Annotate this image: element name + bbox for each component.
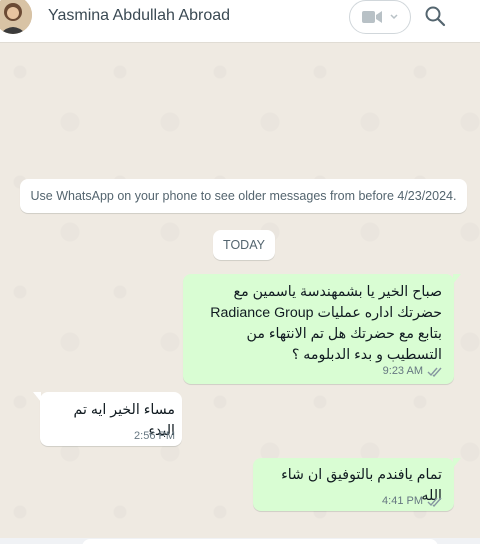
- bubble-tail: [33, 392, 41, 402]
- video-call-button[interactable]: [349, 0, 411, 34]
- message-meta: 4:41 PM: [382, 495, 443, 507]
- contact-avatar[interactable]: [0, 0, 32, 34]
- message-meta: 2:56 PM: [134, 430, 175, 442]
- message-text: صباح الخير يا بشمهندسة ياسمين مع حضرتك ا…: [210, 284, 442, 363]
- contact-name[interactable]: Yasmina Abdullah Abroad: [48, 7, 230, 25]
- avatar-image: [0, 0, 32, 34]
- bubble-tail: [453, 458, 461, 468]
- message-bubble-outgoing[interactable]: تمام يافندم بالتوفيق ان شاء الله 4:41 PM: [253, 458, 461, 511]
- chevron-down-icon: [390, 14, 398, 20]
- bubble-tail: [453, 274, 461, 284]
- chat-panel[interactable]: Use WhatsApp on your phone to see older …: [0, 42, 480, 544]
- chat-header: Yasmina Abdullah Abroad: [0, 0, 480, 42]
- search-button[interactable]: [423, 4, 447, 28]
- search-icon: [425, 6, 446, 27]
- video-camera-icon: [362, 11, 382, 23]
- message-meta: 9:23 AM: [383, 365, 443, 377]
- message-time: 9:23 AM: [382, 365, 423, 377]
- message-time: 4:41 PM: [382, 495, 423, 507]
- message-input[interactable]: [82, 539, 438, 544]
- double-check-icon: [427, 367, 442, 377]
- message-bubble-outgoing[interactable]: صباح الخير يا بشمهندسة ياسمين مع حضرتك ا…: [183, 274, 461, 384]
- date-divider: TODAY: [213, 230, 275, 260]
- double-check-icon: [427, 497, 442, 507]
- message-bubble-incoming[interactable]: مساء الخير ايه تم البدء 2:56 PM: [33, 392, 182, 446]
- older-messages-notice: Use WhatsApp on your phone to see older …: [20, 179, 467, 213]
- message-time: 2:56 PM: [134, 430, 175, 442]
